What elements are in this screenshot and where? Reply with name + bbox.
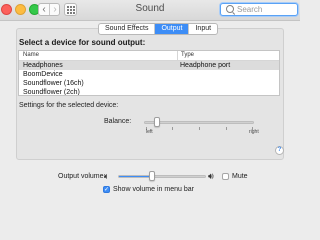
volume-slider-track[interactable]	[118, 175, 206, 178]
show-volume-menubar-label: Show volume in menu bar	[113, 186, 194, 193]
balance-left-label: left	[146, 129, 153, 135]
balance-right-label: right	[249, 129, 259, 135]
tab-bar: Sound Effects Output Input	[98, 23, 219, 35]
help-icon[interactable]: ?	[275, 146, 284, 155]
tab-output[interactable]: Output	[155, 24, 190, 34]
balance-tick	[172, 127, 173, 130]
table-row[interactable]: Soundflower (16ch)	[19, 79, 279, 88]
device-type: Headphone port	[180, 62, 231, 69]
balance-tick	[199, 127, 200, 130]
volume-slider-thumb[interactable]	[149, 171, 156, 181]
forward-button[interactable]: ›	[50, 4, 60, 15]
device-name: Soundflower (16ch)	[23, 80, 84, 87]
balance-label: Balance:	[104, 118, 132, 125]
output-heading: Select a device for sound output:	[19, 38, 146, 47]
close-button[interactable]	[1, 4, 12, 15]
device-name: Soundflower (2ch)	[23, 89, 80, 96]
search-icon	[226, 5, 234, 13]
output-volume-label: Output volume:	[58, 173, 106, 180]
search-field[interactable]	[220, 3, 298, 16]
table-header: Name Type	[19, 51, 279, 61]
window-title: Sound	[135, 3, 165, 14]
table-row[interactable]: Headphones Headphone port	[19, 61, 279, 70]
device-name: BoomDevice	[23, 71, 63, 78]
device-table: Name Type Headphones Headphone port Boom…	[18, 50, 280, 96]
column-header-type[interactable]: Type	[177, 51, 194, 60]
settings-label: Settings for the selected device:	[19, 102, 119, 109]
volume-fill	[119, 176, 152, 177]
show-volume-menubar-checkbox[interactable]: ✓	[103, 186, 110, 193]
balance-slider-track[interactable]	[144, 121, 254, 124]
balance-slider-thumb[interactable]	[154, 117, 161, 127]
back-button[interactable]: ‹	[39, 4, 50, 15]
show-all-button[interactable]	[64, 3, 77, 16]
speaker-low-icon: 🔈︎	[104, 171, 110, 181]
minimize-button[interactable]	[15, 4, 26, 15]
tab-input[interactable]: Input	[189, 24, 217, 34]
table-row[interactable]: BoomDevice	[19, 70, 279, 79]
table-row[interactable]: Soundflower (2ch)	[19, 88, 279, 96]
mute-checkbox[interactable]	[222, 173, 229, 180]
balance-tick	[226, 127, 227, 130]
device-name: Headphones	[23, 62, 63, 69]
mute-label: Mute	[232, 173, 248, 180]
tab-sound-effects[interactable]: Sound Effects	[99, 24, 156, 34]
speaker-high-icon: 🔊︎	[208, 171, 214, 181]
title-bar: ‹ › Sound	[0, 0, 300, 21]
column-header-name[interactable]: Name	[23, 51, 39, 60]
back-forward-control: ‹ ›	[38, 3, 60, 16]
search-input[interactable]	[237, 4, 295, 15]
